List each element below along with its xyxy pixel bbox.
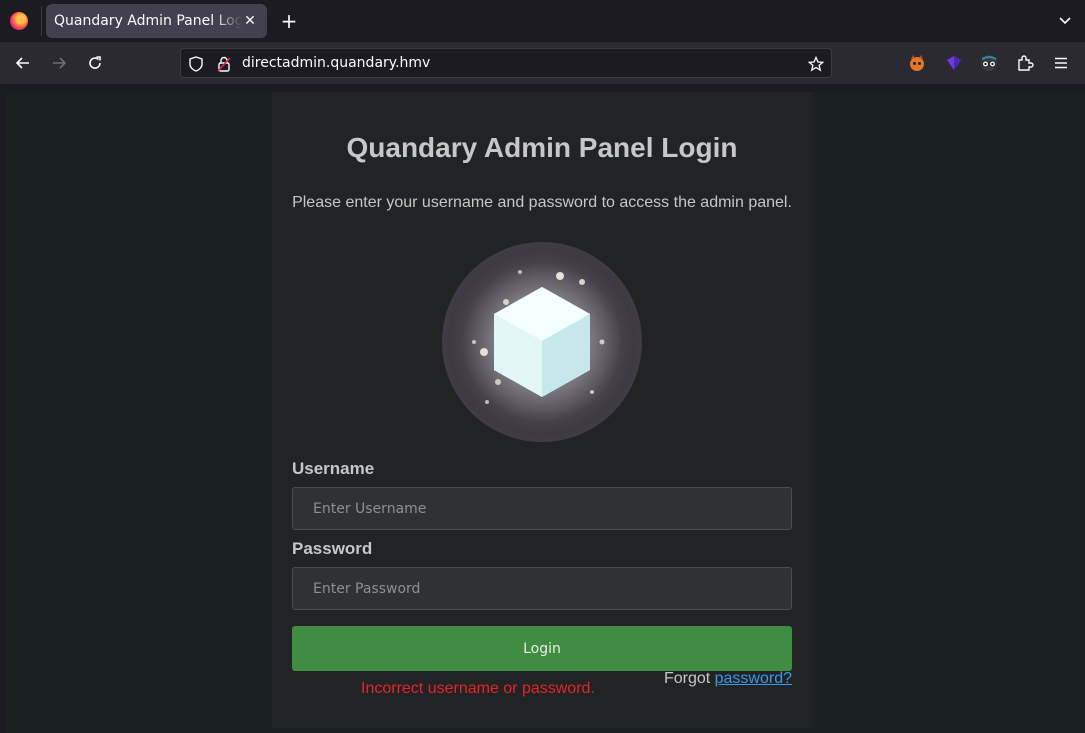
hamburger-menu-icon[interactable] xyxy=(1051,53,1071,73)
tab-strip: Quandary Admin Panel Login ✕ + xyxy=(0,0,1085,42)
error-message: Incorrect username or password. xyxy=(361,680,595,697)
page-title: Quandary Admin Panel Login xyxy=(346,132,738,163)
back-arrow-icon[interactable] xyxy=(13,53,33,73)
password-label: Password xyxy=(292,539,373,558)
extension-glasses-icon[interactable] xyxy=(979,53,999,73)
username-input[interactable] xyxy=(292,487,792,530)
address-bar[interactable]: directadmin.quandary.hmv xyxy=(180,48,832,78)
username-label: Username xyxy=(292,459,375,478)
password-input[interactable] xyxy=(292,567,792,610)
login-button[interactable]: Login xyxy=(292,626,792,671)
forgot-password: Forgot password? xyxy=(664,670,792,688)
extension-shield-icon[interactable] xyxy=(944,53,964,73)
page-content: Quandary Admin Panel Login Please enter … xyxy=(7,92,1085,733)
forgot-prefix: Forgot xyxy=(663,670,715,687)
content-separator xyxy=(0,84,1085,92)
navigation-toolbar: directadmin.quandary.hmv 10 xyxy=(0,42,1085,102)
chevron-down-icon[interactable] xyxy=(1057,12,1073,28)
url-text[interactable]: directadmin.quandary.hmv xyxy=(242,55,430,71)
login-instructions: Please enter your username and password … xyxy=(292,194,792,211)
lock-icon[interactable] xyxy=(216,56,232,72)
close-icon[interactable]: ✕ xyxy=(241,12,259,30)
extension-icon[interactable] xyxy=(1015,53,1035,73)
login-card: Quandary Admin Panel Login Please enter … xyxy=(272,92,812,728)
shield-icon[interactable] xyxy=(188,56,204,72)
extension-fox-icon[interactable] xyxy=(907,53,927,73)
firefox-logo-icon[interactable] xyxy=(10,12,28,30)
star-icon[interactable] xyxy=(808,56,824,72)
forward-arrow-icon[interactable] xyxy=(49,53,69,73)
quandary-cube-logo xyxy=(442,242,642,442)
plus-icon[interactable]: + xyxy=(278,9,300,33)
active-tab[interactable]: Quandary Admin Panel Login ✕ xyxy=(46,4,267,38)
tab-divider xyxy=(41,6,42,36)
reload-icon[interactable] xyxy=(85,53,105,73)
forgot-password-link[interactable]: password? xyxy=(715,670,792,687)
tab-title: Quandary Admin Panel Login xyxy=(54,13,242,29)
